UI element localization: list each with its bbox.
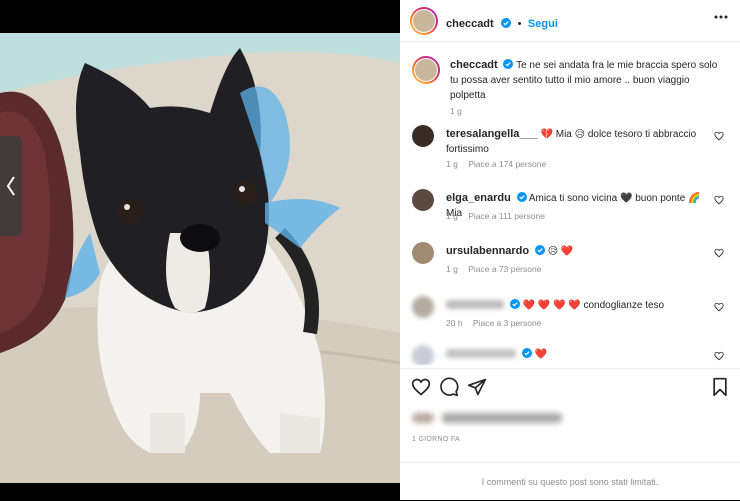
blurred-username — [446, 300, 504, 309]
caption-avatar[interactable] — [412, 56, 440, 84]
comment-avatar[interactable] — [412, 296, 434, 318]
comment-item: elga_enardu Amica ti sono vicina 🖤 buon … — [412, 189, 732, 229]
author-username[interactable]: checcadt — [446, 18, 494, 30]
comment-text: ❤️ — [534, 349, 548, 360]
verified-badge-icon — [534, 245, 545, 255]
verified-badge-icon — [521, 348, 532, 358]
post-photo[interactable] — [0, 33, 400, 483]
author-avatar[interactable] — [410, 7, 438, 35]
comment-username[interactable]: ursulabennardo — [446, 245, 529, 257]
comment-time: 1 g — [446, 159, 458, 169]
caption: checcadt Te ne sei andata fra le mie bra… — [412, 56, 732, 116]
comment-avatar[interactable] — [412, 125, 434, 147]
comment-likes[interactable]: Piace a 174 persone — [468, 159, 546, 169]
comment-time: 1 g — [446, 264, 458, 274]
save-bookmark-icon[interactable] — [710, 377, 730, 397]
photo-panel — [0, 0, 400, 500]
comment-username[interactable]: elga_enardu — [446, 192, 511, 204]
like-comment-heart-icon[interactable] — [714, 351, 724, 361]
more-options-icon[interactable] — [714, 15, 728, 19]
comment-username[interactable]: teresalangella___ — [446, 128, 538, 140]
comment-text: 😥 ❤️ — [547, 246, 574, 257]
verified-badge-icon — [516, 192, 527, 202]
like-comment-heart-icon[interactable] — [714, 248, 724, 258]
comments-limited-notice: I commenti su questo post sono stati lim… — [400, 462, 740, 500]
like-comment-heart-icon[interactable] — [714, 131, 724, 141]
comment-item: ❤️ — [412, 345, 732, 365]
verified-badge-icon — [509, 299, 520, 309]
caption-time: 1 g — [450, 106, 462, 116]
dog-photo — [0, 33, 400, 483]
post-actions — [400, 368, 740, 404]
follow-button[interactable]: Segui — [528, 18, 558, 30]
comments-list: checcadt Te ne sei andata fra le mie bra… — [400, 43, 740, 365]
verified-badge-icon — [501, 18, 512, 28]
comment-likes[interactable]: Piace a 3 persone — [473, 318, 542, 328]
comment-time: 1 g — [446, 211, 458, 221]
likes-count-blurred — [412, 410, 572, 424]
previous-post-button[interactable] — [0, 136, 22, 236]
like-comment-heart-icon[interactable] — [714, 302, 724, 312]
chevron-left-icon — [6, 176, 15, 196]
comment-avatar[interactable] — [412, 242, 434, 264]
post-panel: checcadt • Segui checcadt Te ne sei anda… — [400, 0, 740, 500]
comment-likes[interactable]: Piace a 111 persone — [468, 211, 545, 221]
blurred-username — [446, 349, 516, 358]
share-paper-plane-icon[interactable] — [467, 377, 487, 397]
post-header: checcadt • Segui — [400, 0, 740, 42]
like-heart-icon[interactable] — [411, 377, 431, 397]
comment-item: ❤️ ❤️ ❤️ ❤️ condoglianze teso 20 h Piace… — [412, 296, 732, 336]
comment-text: ❤️ ❤️ ❤️ ❤️ condoglianze teso — [522, 300, 665, 311]
comment-avatar[interactable] — [412, 345, 434, 365]
comment-item: ursulabennardo 😥 ❤️ 1 g Piace a 73 perso… — [412, 242, 732, 282]
caption-username[interactable]: checcadt — [450, 59, 498, 71]
verified-badge-icon — [503, 59, 514, 69]
instagram-post-modal: checcadt • Segui checcadt Te ne sei anda… — [0, 0, 740, 500]
comment-likes[interactable]: Piace a 73 persone — [468, 264, 541, 274]
like-comment-heart-icon[interactable] — [714, 195, 724, 205]
post-timestamp: 1 GIORNO FA — [412, 436, 461, 443]
comment-time: 20 h — [446, 318, 463, 328]
comment-bubble-icon[interactable] — [439, 377, 459, 397]
comment-item: teresalangella___ 💔 Mia 😥 dolce tesoro t… — [412, 125, 732, 173]
comment-avatar[interactable] — [412, 189, 434, 211]
